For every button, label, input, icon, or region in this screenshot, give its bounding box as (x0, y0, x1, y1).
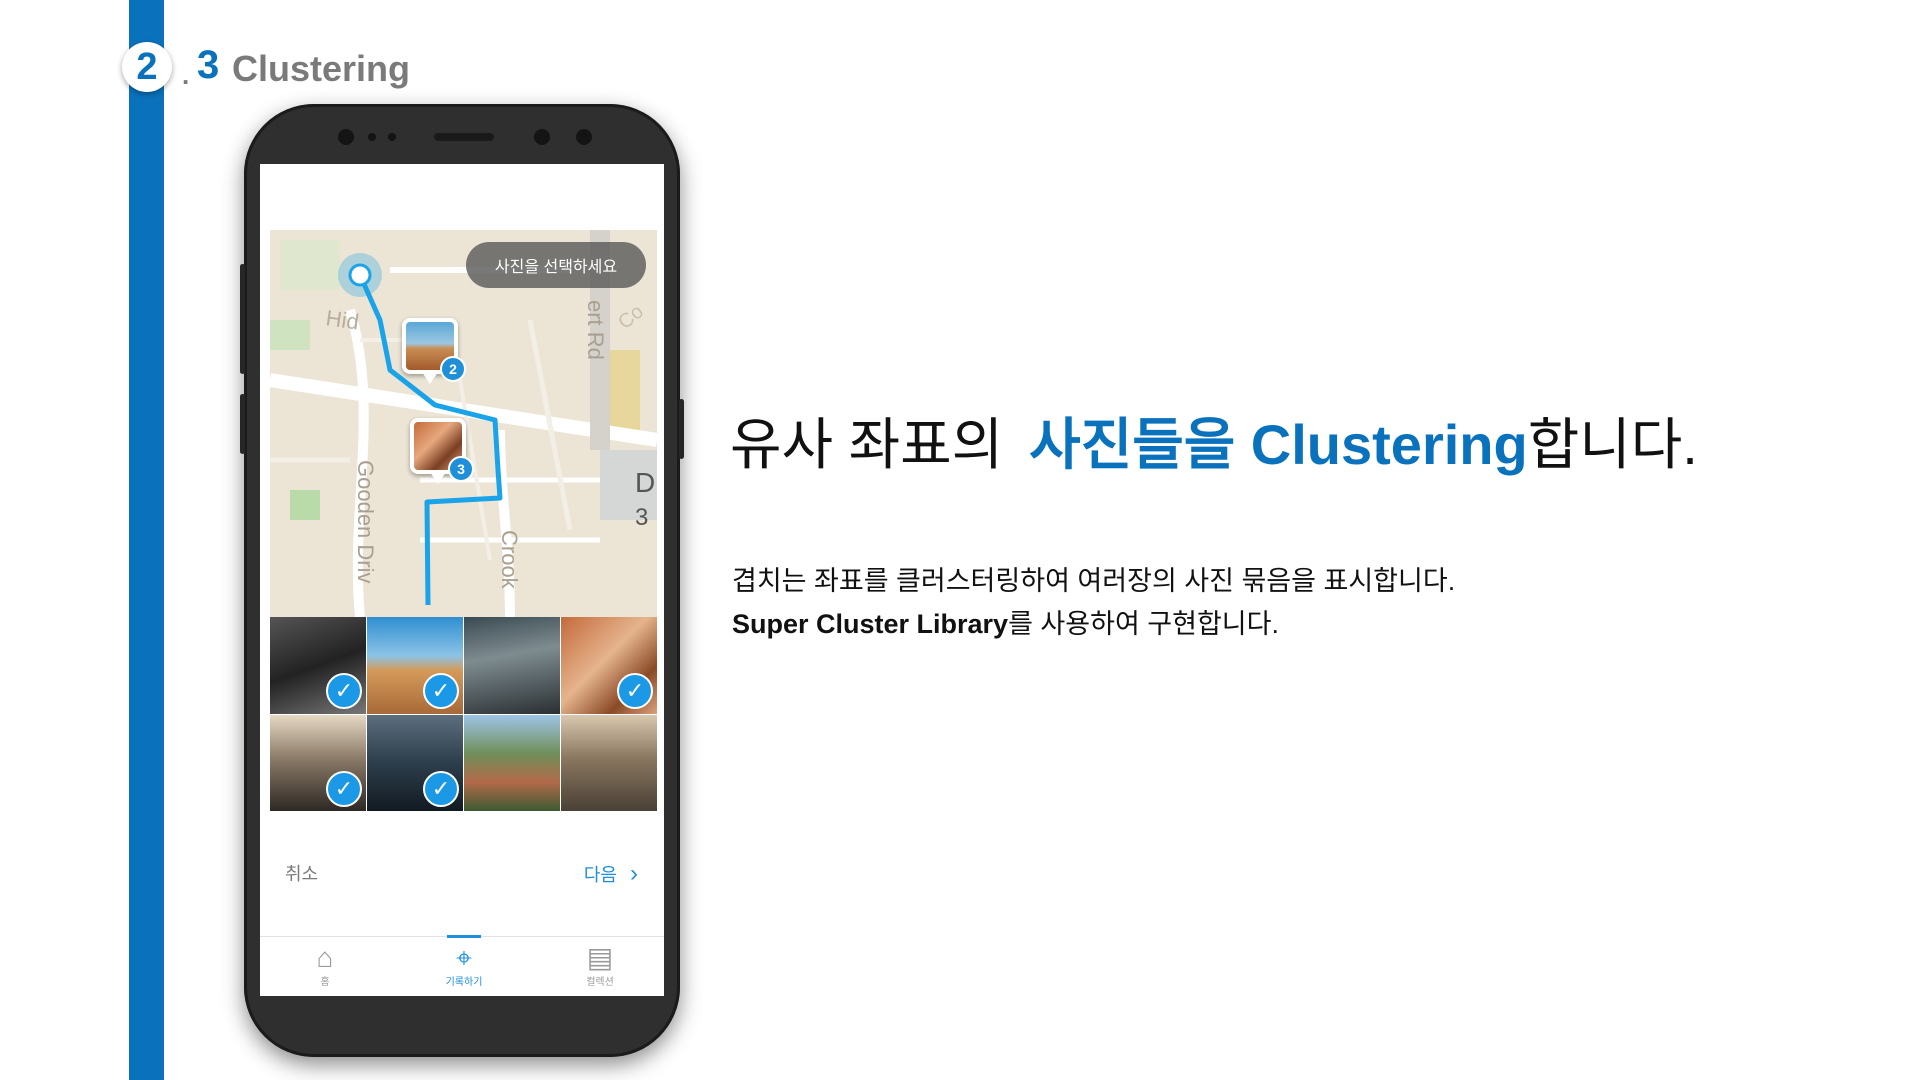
camera-sensor (338, 129, 354, 145)
sensor-dot (388, 133, 396, 141)
phone-side-button (240, 394, 245, 454)
description-line-2: Super Cluster Library를 사용하여 구현합니다. (732, 603, 1455, 646)
tab-label: 홈 (320, 977, 330, 988)
select-photos-toast: 사진을 선택하세요 (466, 242, 646, 288)
cluster-count-badge: 2 (440, 356, 466, 382)
tab-label: 기록하기 (445, 977, 483, 988)
photo-cluster-pin[interactable]: 3 (410, 418, 474, 484)
street-label: ert Rd (583, 300, 608, 360)
check-icon[interactable]: ✓ (423, 770, 459, 807)
headline-highlight: 사진들을 Clustering (1029, 413, 1528, 476)
headline: 유사 좌표의 사진들을 Clustering합니다. (730, 400, 1698, 481)
tab-label: 컬렉션 (586, 977, 614, 988)
start-point (348, 263, 372, 287)
next-button[interactable]: 다음 › (584, 860, 638, 888)
pin-tail (430, 472, 446, 484)
photo-thumbnail[interactable]: ✓ (561, 617, 657, 714)
description-line-2-rest: 를 사용하여 구현합니다. (1008, 609, 1279, 639)
section-title: Clustering (232, 48, 411, 89)
headline-suffix: 합니다. (1527, 413, 1698, 476)
phone-volume-button (240, 264, 245, 374)
street-label: Gooden Driv (353, 460, 378, 584)
earpiece-speaker (434, 133, 494, 141)
photo-grid: ✓ ✓ ✓ ✓ ✓ (270, 617, 657, 811)
pin-tail (422, 372, 438, 384)
sidebar-accent-bar (129, 0, 164, 1080)
proximity-sensor (576, 129, 592, 145)
street-label: Hid (324, 305, 360, 334)
section-number-badge: 2 (122, 42, 172, 92)
check-icon[interactable]: ✓ (326, 770, 362, 807)
front-camera (534, 129, 550, 145)
description: 겹치는 좌표를 클러스터링하여 여러장의 사진 묶음을 표시합니다. Super… (732, 560, 1455, 646)
photo-thumbnail[interactable]: ✓ (270, 714, 366, 811)
photo-cluster-pin[interactable]: 2 (402, 318, 466, 384)
tab-home[interactable]: ⌂ 홈 (275, 942, 375, 989)
tab-collection[interactable]: ▤ 컬렉션 (550, 942, 650, 989)
check-icon[interactable]: ✓ (617, 673, 653, 709)
photo-thumbnail[interactable]: ✓ (367, 617, 463, 714)
section-subnumber: 3 (197, 43, 220, 87)
collection-icon: ▤ (586, 942, 614, 973)
active-tab-indicator (447, 935, 481, 938)
street-label: 3 (635, 504, 648, 531)
tab-record[interactable]: ⌖ 기록하기 (414, 942, 514, 989)
cluster-count-badge: 3 (448, 456, 474, 482)
description-line-1: 겹치는 좌표를 클러스터링하여 여러장의 사진 묶음을 표시합니다. (732, 566, 1456, 596)
check-icon[interactable]: ✓ (423, 673, 459, 709)
bottom-tab-bar: ⌂ 홈 ⌖ 기록하기 ▤ 컬렉션 (260, 935, 664, 996)
section-separator: . (182, 60, 190, 90)
street-label: Crook (497, 530, 522, 590)
phone-mockup: Hid Gooden Driv Crook ert Rd Co D 3 사진을 … (240, 104, 684, 1057)
home-icon: ⌂ (316, 942, 334, 973)
phone-power-button (679, 399, 684, 459)
map-pin-icon: ⌖ (456, 942, 472, 973)
photo-thumbnail[interactable]: ✓ (270, 617, 366, 714)
cancel-button[interactable]: 취소 (285, 860, 318, 886)
street-label: D (635, 467, 655, 498)
check-icon[interactable]: ✓ (326, 673, 362, 709)
photo-thumbnail[interactable] (464, 617, 560, 714)
phone-screen: Hid Gooden Driv Crook ert Rd Co D 3 사진을 … (260, 164, 664, 996)
photo-thumbnail[interactable]: ✓ (367, 714, 463, 811)
map-view[interactable]: Hid Gooden Driv Crook ert Rd Co D 3 사진을 … (270, 230, 657, 617)
chevron-right-icon: › (630, 860, 638, 887)
photo-thumbnail[interactable] (464, 714, 560, 811)
library-name: Super Cluster Library (732, 609, 1009, 639)
next-label: 다음 (583, 865, 617, 885)
sensor-dot (368, 133, 376, 141)
photo-thumbnail[interactable] (561, 714, 657, 811)
headline-prefix: 유사 좌표의 (730, 413, 1004, 476)
